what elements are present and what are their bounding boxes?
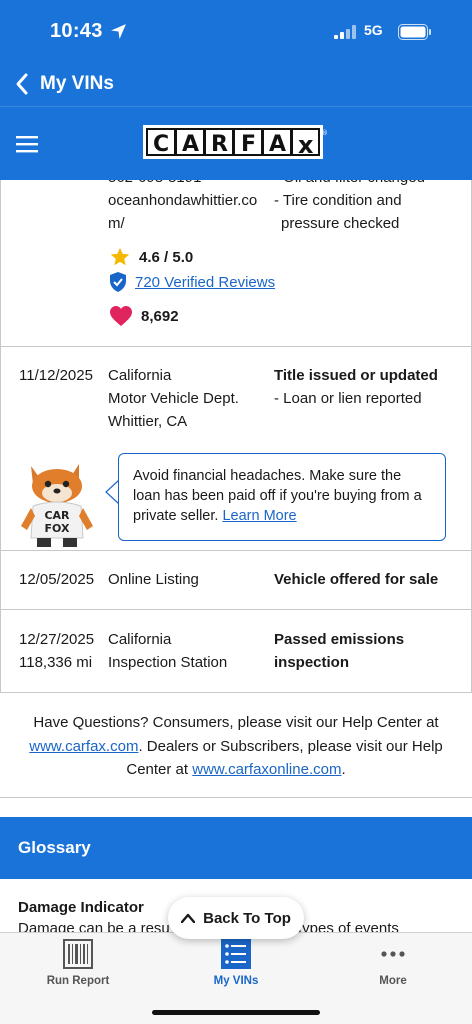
list-icon bbox=[221, 939, 251, 969]
service-comment-1: - Oil and filter changed bbox=[274, 180, 425, 189]
carfaxonline-link[interactable]: www.carfaxonline.com bbox=[192, 761, 341, 778]
title-record: 11/12/2025 California Motor Vehicle Dept… bbox=[0, 347, 472, 551]
service-comment-2: - Tire condition and bbox=[274, 192, 402, 209]
svg-text:x: x bbox=[298, 131, 314, 159]
glossary-term: Damage Indicator bbox=[18, 899, 144, 916]
back-chevron-icon[interactable] bbox=[14, 72, 30, 96]
record-date: 11/12/2025 bbox=[19, 367, 93, 384]
dealer-phone[interactable]: 562-698-8191 bbox=[108, 180, 201, 189]
verified-shield-icon bbox=[110, 272, 126, 292]
glossary-header[interactable]: Glossary bbox=[0, 817, 472, 879]
dealer-website-line2: m/ bbox=[108, 215, 125, 232]
network-label: 5G bbox=[364, 22, 383, 38]
dealer-rating: 4.6 / 5.0 bbox=[109, 246, 193, 268]
record-headline-2: inspection bbox=[274, 654, 350, 671]
rating-value: 4.6 / 5.0 bbox=[139, 248, 194, 266]
mascot-shirt-text-2: FOX bbox=[45, 522, 70, 535]
help-text-1: Have Questions? Consumers, please visit … bbox=[33, 714, 439, 731]
record-mileage: 118,336 mi bbox=[19, 654, 93, 671]
record-detail: - Loan or lien reported bbox=[274, 390, 422, 407]
svg-text:F: F bbox=[241, 132, 256, 157]
tab-label: More bbox=[379, 975, 407, 987]
location-arrow-icon bbox=[111, 24, 126, 39]
star-icon bbox=[110, 247, 130, 266]
home-indicator bbox=[152, 1010, 320, 1015]
tab-label: My VINs bbox=[213, 975, 259, 987]
app-header: C A R F A x ® bbox=[0, 106, 472, 180]
record-source-3: Whittier, CA bbox=[108, 413, 188, 430]
record-headline: Title issued or updated bbox=[274, 367, 438, 384]
tab-my-vins[interactable]: My VINs bbox=[176, 939, 296, 987]
tooltip-arrow bbox=[105, 480, 119, 504]
record-source-2: Motor Vehicle Dept. bbox=[108, 390, 239, 407]
navigation-bar: My VINs bbox=[0, 64, 472, 106]
record-source-1: California bbox=[108, 631, 172, 648]
record-date: 12/27/2025 bbox=[19, 631, 95, 648]
advice-tooltip: Avoid financial headaches. Make sure the… bbox=[118, 453, 446, 541]
help-center-note: Have Questions? Consumers, please visit … bbox=[0, 703, 472, 798]
carfox-mascot: CAR FOX bbox=[21, 464, 93, 547]
svg-text:A: A bbox=[182, 132, 199, 157]
emissions-record: 12/27/2025 118,336 mi California Inspect… bbox=[0, 610, 472, 693]
record-source: Online Listing bbox=[108, 571, 199, 588]
record-date: 12/05/2025 bbox=[19, 571, 95, 588]
glossary-definition: Damage can be a resu types of events bbox=[18, 920, 399, 932]
svg-text:C: C bbox=[153, 132, 169, 157]
glossary-definition-start: Damage can be a resu bbox=[18, 920, 170, 932]
battery-icon bbox=[398, 24, 431, 40]
carfax-logo: C A R F A x ® bbox=[143, 125, 328, 159]
help-text-3: . bbox=[341, 761, 346, 778]
signal-icon bbox=[334, 25, 356, 39]
chevron-up-icon bbox=[181, 913, 196, 923]
tab-label: Run Report bbox=[46, 975, 110, 987]
service-record-partial: 562-698-8191 oceanhondawhittier.co m/ - … bbox=[0, 180, 472, 347]
carfax-link[interactable]: www.carfax.com bbox=[29, 738, 138, 755]
mascot-shirt-text-1: CAR bbox=[44, 509, 70, 522]
back-button[interactable]: My VINs bbox=[40, 73, 114, 95]
back-to-top-button[interactable]: Back To Top bbox=[168, 897, 304, 939]
glossary-definition-end: types of events bbox=[298, 920, 399, 932]
hamburger-menu-icon[interactable] bbox=[16, 135, 38, 153]
service-comment-3: pressure checked bbox=[281, 215, 400, 232]
status-bar: 10:43 5G bbox=[0, 0, 472, 64]
favorites-value: 8,692 bbox=[141, 307, 179, 325]
tab-more[interactable]: More bbox=[333, 939, 453, 987]
back-to-top-label: Back To Top bbox=[203, 909, 291, 927]
dealer-website-line1: oceanhondawhittier.co bbox=[108, 192, 258, 209]
barcode-icon bbox=[63, 939, 93, 969]
learn-more-link[interactable]: Learn More bbox=[222, 508, 296, 524]
svg-text:®: ® bbox=[321, 129, 328, 137]
record-headline-1: Passed emissions bbox=[274, 631, 405, 648]
listing-record: 12/05/2025 Online Listing Vehicle offere… bbox=[0, 551, 472, 610]
record-headline: Vehicle offered for sale bbox=[274, 571, 439, 588]
svg-text:A: A bbox=[269, 132, 286, 157]
heart-icon bbox=[110, 306, 132, 326]
record-source-1: California bbox=[108, 367, 172, 384]
more-dots-icon bbox=[381, 951, 405, 957]
tab-run-report[interactable]: Run Report bbox=[18, 939, 138, 987]
svg-text:R: R bbox=[211, 132, 228, 157]
report-content: 562-698-8191 oceanhondawhittier.co m/ - … bbox=[0, 180, 472, 932]
verified-reviews: 720 Verified Reviews bbox=[109, 271, 275, 293]
dealer-website[interactable]: oceanhondawhittier.co m/ bbox=[108, 189, 257, 235]
record-source-2: Inspection Station bbox=[108, 654, 228, 671]
status-time: 10:43 bbox=[50, 20, 103, 42]
favorites-count: 8,692 bbox=[109, 305, 179, 327]
verified-reviews-link[interactable]: 720 Verified Reviews bbox=[135, 274, 275, 291]
